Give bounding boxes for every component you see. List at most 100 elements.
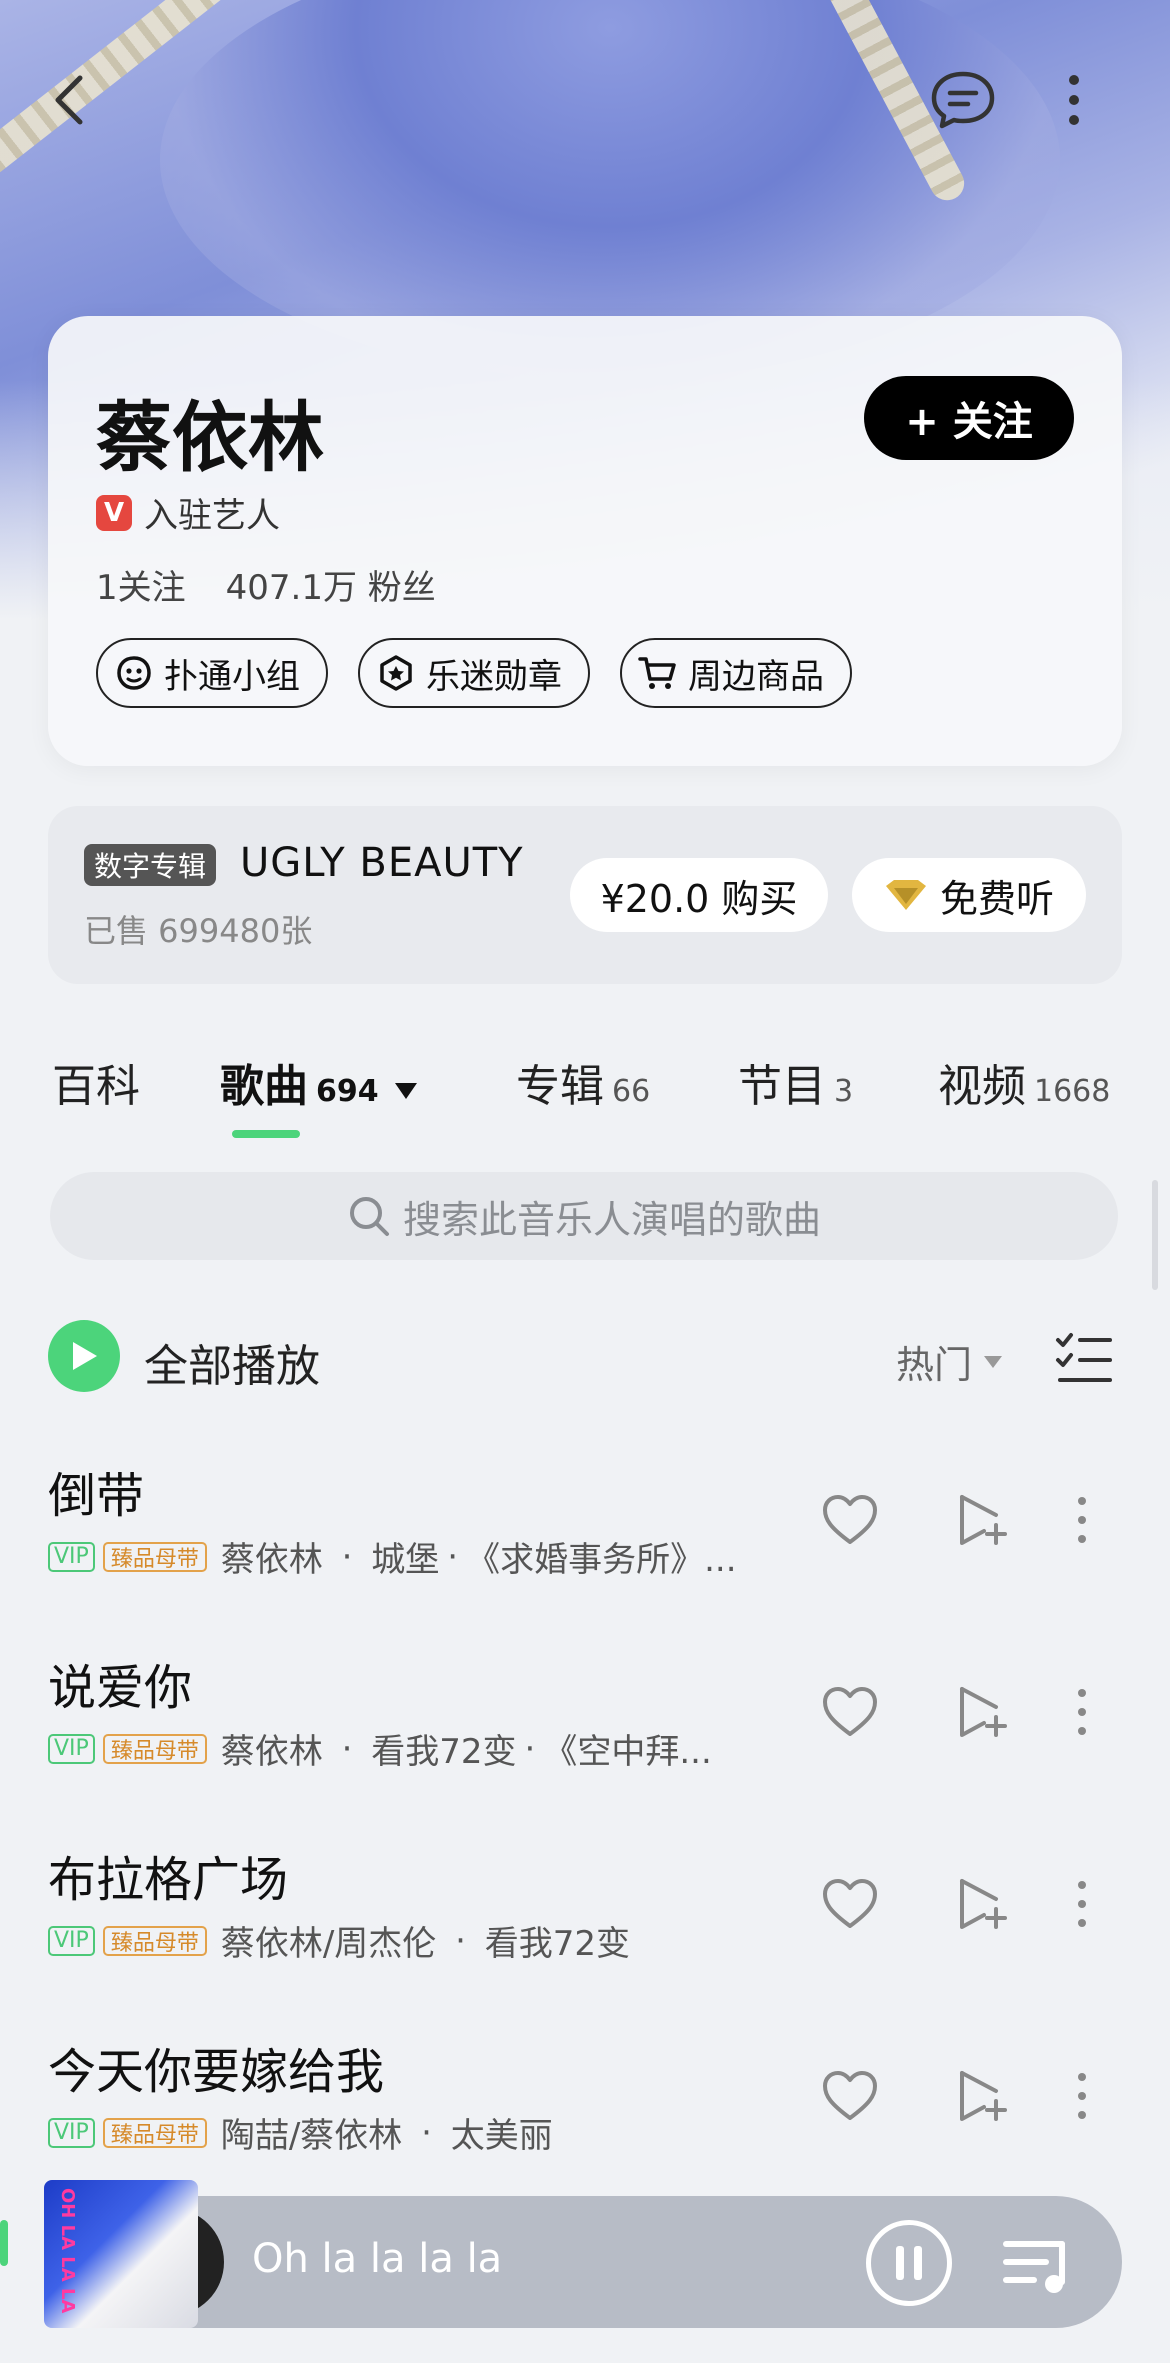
like-button[interactable] xyxy=(810,1480,890,1560)
following-count[interactable]: 1关注 xyxy=(96,560,186,609)
pill-label: 乐迷勋章 xyxy=(426,656,562,697)
add-to-playlist-button[interactable] xyxy=(942,1480,1022,1560)
play-all-label[interactable]: 全部播放 xyxy=(144,1330,320,1394)
song-row[interactable]: 布拉格广场 VIP 臻品母带 蔡依林/周杰伦 · 看我72变 xyxy=(48,1840,1122,1990)
play-all-button[interactable] xyxy=(48,1320,120,1392)
caret-down-icon xyxy=(984,1355,1003,1368)
play-queue-button[interactable] xyxy=(1000,2226,1080,2302)
message-button[interactable] xyxy=(922,64,1004,136)
song-row[interactable]: 说爱你 VIP 臻品母带 蔡依林 · 看我72变 · 《空中拜... xyxy=(48,1648,1122,1798)
multi-select-button[interactable] xyxy=(1054,1330,1114,1386)
album-name: UGLY BEAUTY xyxy=(240,840,524,886)
song-extra: 《求婚事务所》... xyxy=(466,1540,737,1580)
pause-button[interactable] xyxy=(866,2220,952,2306)
meta-separator: · xyxy=(330,1728,364,1769)
like-button[interactable] xyxy=(810,1864,890,1944)
song-title: 倒带 xyxy=(48,1468,145,1524)
buy-album-button[interactable]: ¥20.0 购买 xyxy=(570,858,828,932)
more-vertical-icon xyxy=(1078,2073,1086,2119)
song-more-button[interactable] xyxy=(1062,1672,1102,1752)
song-artists: 蔡依林 xyxy=(220,1732,323,1772)
diamond-vip-icon xyxy=(885,880,926,910)
song-title: 说爱你 xyxy=(48,1660,193,1716)
song-actions xyxy=(810,2056,1110,2136)
song-album: 看我72变 xyxy=(371,1732,517,1772)
play-all-row: 全部播放 热门 xyxy=(48,1320,1122,1396)
song-meta: VIP 臻品母带 蔡依林 · 看我72变 · 《空中拜... xyxy=(48,1724,788,1773)
song-artists: 蔡依林/周杰伦 xyxy=(220,1924,437,1964)
tab-count: 3 xyxy=(834,1074,854,1109)
meta-separator: · xyxy=(444,1920,477,1961)
verified-label: 入驻艺人 xyxy=(144,496,280,536)
pill-label: 周边商品 xyxy=(688,656,824,697)
master-quality-badge: 臻品母带 xyxy=(102,2117,207,2148)
tab-count: 66 xyxy=(612,1074,651,1109)
add-to-playlist-button[interactable] xyxy=(942,1672,1022,1752)
tab-programs[interactable]: 节目 3 xyxy=(738,1050,853,1114)
song-more-button[interactable] xyxy=(1062,1480,1102,1560)
song-search-input[interactable]: 搜索此音乐人演唱的歌曲 xyxy=(50,1172,1118,1260)
tab-wiki[interactable]: 百科 xyxy=(52,1050,140,1114)
chat-bubble-icon xyxy=(931,71,995,129)
free-listen-button[interactable]: 免费听 xyxy=(852,858,1086,932)
caret-down-icon xyxy=(394,1083,417,1099)
add-play-icon xyxy=(960,2071,1007,2121)
sort-label: 热门 xyxy=(896,1343,973,1387)
artist-name: 蔡依林 xyxy=(96,393,324,482)
more-vertical-icon xyxy=(1078,1497,1086,1543)
vip-badge: VIP xyxy=(48,1925,95,1956)
song-title: 今天你要嫁给我 xyxy=(48,2044,385,2100)
add-play-icon xyxy=(960,1495,1007,1545)
free-listen-label: 免费听 xyxy=(939,876,1054,921)
song-album: 太美丽 xyxy=(450,2116,553,2156)
chevron-left-icon xyxy=(55,75,83,125)
cover-text: OH LA LA LA xyxy=(57,2188,78,2314)
heart-icon xyxy=(823,1879,877,1928)
add-to-playlist-button[interactable] xyxy=(942,1864,1022,1944)
pill-fan-group[interactable]: 扑通小组 xyxy=(96,638,328,708)
checklist-icon xyxy=(1056,1333,1112,1382)
playlist-icon xyxy=(1003,2241,1065,2293)
song-actions xyxy=(810,1480,1110,1560)
song-extra: 《空中拜... xyxy=(543,1732,712,1772)
song-more-button[interactable] xyxy=(1062,1864,1102,1944)
artist-tabs: 百科 歌曲 694 专辑 66 节目 3 视频 1668 xyxy=(0,1050,1170,1140)
heart-icon xyxy=(823,1687,877,1736)
now-playing-title[interactable]: Oh la la la la xyxy=(252,2236,502,2282)
song-more-button[interactable] xyxy=(1062,2056,1102,2136)
pause-icon xyxy=(896,2246,904,2280)
meta-separator: · xyxy=(524,1728,536,1769)
song-row[interactable]: 倒带 VIP 臻品母带 蔡依林 · 城堡 · 《求婚事务所》... xyxy=(48,1456,1122,1606)
search-icon xyxy=(349,1197,389,1236)
add-to-playlist-button[interactable] xyxy=(942,2056,1022,2136)
pill-fan-medal[interactable]: 乐迷勋章 xyxy=(358,638,590,708)
tab-label: 歌曲 xyxy=(220,1061,308,1112)
like-button[interactable] xyxy=(810,1672,890,1752)
more-menu-button[interactable] xyxy=(1054,64,1094,136)
album-sold-count: 已售 699480张 xyxy=(84,912,313,950)
meta-separator: · xyxy=(330,1536,364,1577)
digital-album-banner[interactable]: 数字专辑 UGLY BEAUTY 已售 699480张 ¥20.0 购买 免费听 xyxy=(48,806,1122,984)
scrollbar[interactable] xyxy=(1152,1180,1158,1290)
vip-badge: VIP xyxy=(48,1733,95,1764)
now-playing-cover[interactable]: OH LA LA LA xyxy=(44,2180,198,2328)
pill-merch[interactable]: 周边商品 xyxy=(620,638,852,708)
tab-label: 专辑 xyxy=(516,1061,604,1112)
song-meta: VIP 臻品母带 蔡依林 · 城堡 · 《求婚事务所》... xyxy=(48,1532,788,1581)
back-button[interactable] xyxy=(40,60,100,140)
album-type-tag: 数字专辑 xyxy=(84,844,217,886)
tab-songs[interactable]: 歌曲 694 xyxy=(220,1050,419,1114)
like-button[interactable] xyxy=(810,2056,890,2136)
tab-videos[interactable]: 视频 1668 xyxy=(938,1050,1110,1114)
song-artists: 蔡依林 xyxy=(220,1540,323,1580)
fans-count[interactable]: 407.1万 粉丝 xyxy=(226,560,436,609)
tab-label: 视频 xyxy=(938,1061,1026,1112)
tab-count: 1668 xyxy=(1034,1074,1111,1109)
tab-albums[interactable]: 专辑 66 xyxy=(516,1050,650,1114)
follow-button[interactable]: + 关注 xyxy=(864,376,1074,460)
sort-dropdown[interactable]: 热门 xyxy=(896,1334,1004,1389)
artist-info-card: 蔡依林 + 关注 V 入驻艺人 1关注 407.1万 粉丝 扑通小组 乐迷勋章 … xyxy=(48,316,1122,766)
song-album: 看我72变 xyxy=(484,1924,630,1964)
song-row[interactable]: 今天你要嫁给我 VIP 臻品母带 陶喆/蔡依林 · 太美丽 xyxy=(48,2032,1122,2182)
medal-icon xyxy=(376,653,416,693)
